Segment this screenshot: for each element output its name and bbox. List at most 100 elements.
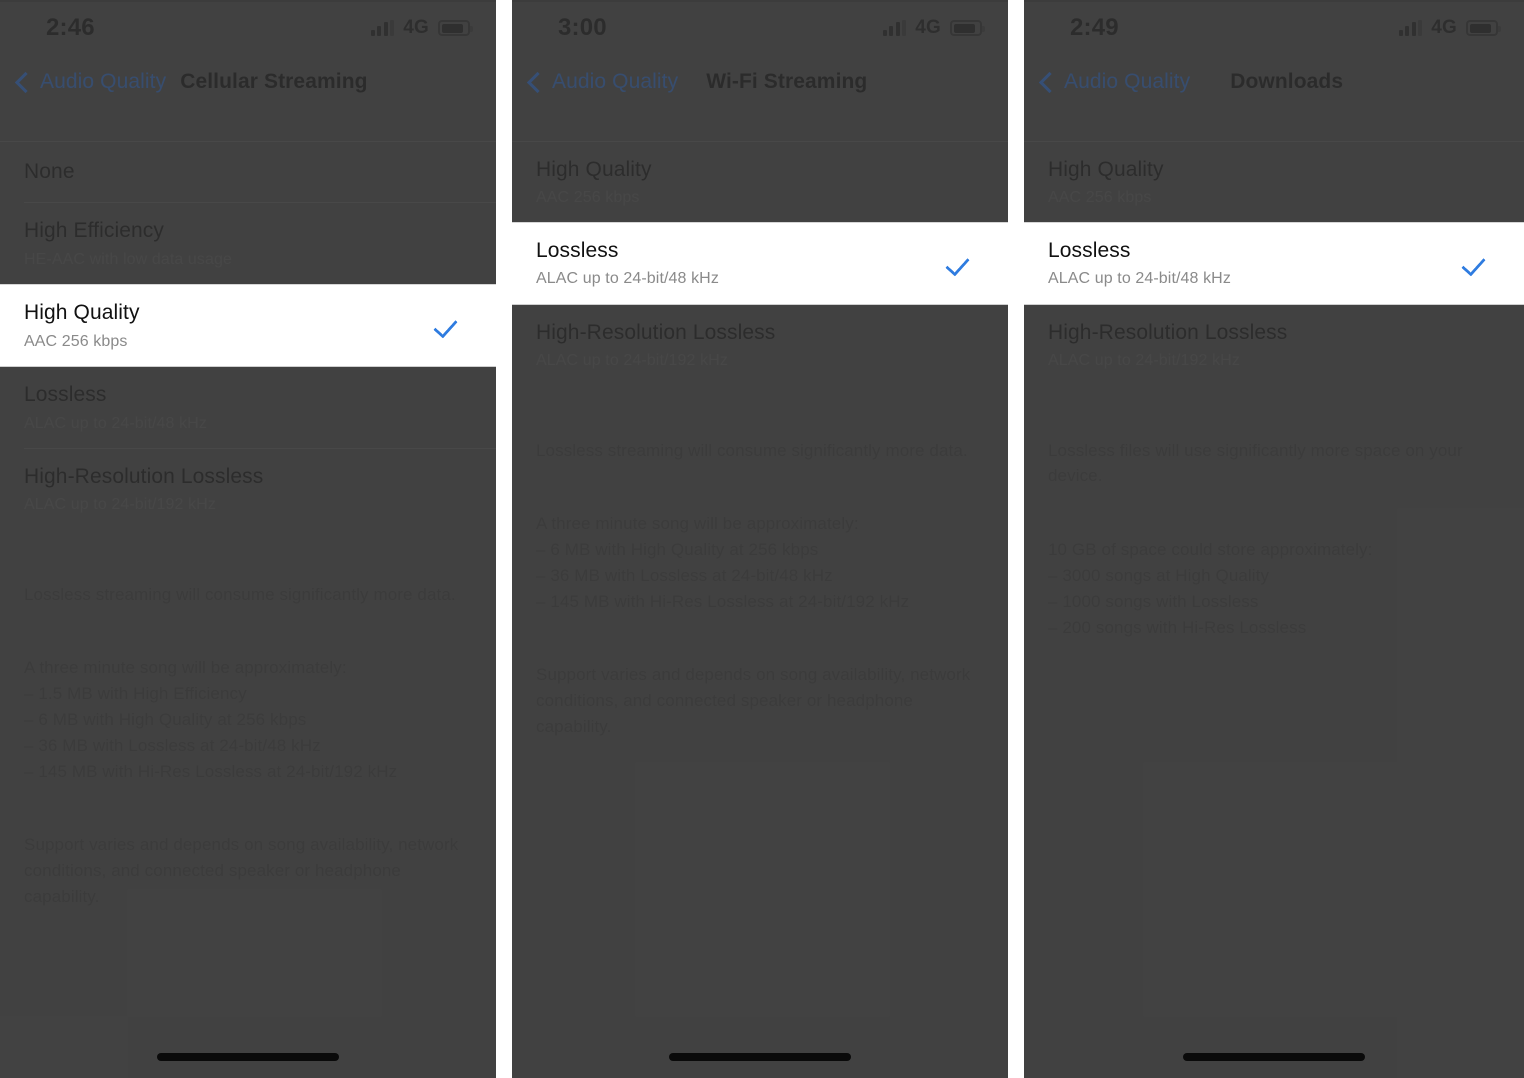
chevron-left-icon	[14, 71, 37, 93]
screen-downloads: 2:49 4G Audio Quality Downloads High Qua…	[1024, 0, 1524, 1078]
status-indicators: 4G	[1398, 17, 1501, 39]
checkmark-icon	[1462, 251, 1488, 277]
option-text-group: None	[24, 160, 75, 184]
option-row-high-quality[interactable]: High Quality AAC 256 kbps	[1024, 142, 1524, 223]
option-row-high-quality[interactable]: High Quality AAC 256 kbps	[512, 142, 1008, 223]
option-title: High Quality	[536, 158, 652, 181]
back-button-label: Audio Quality	[40, 70, 167, 93]
status-time: 3:00	[558, 14, 607, 41]
cellular-signal-icon	[882, 20, 907, 36]
option-row-none[interactable]: None	[0, 142, 496, 202]
list-top-spacer	[0, 108, 496, 141]
cellular-signal-icon	[370, 20, 395, 36]
status-time: 2:49	[1070, 14, 1119, 41]
option-subtitle: ALAC up to 24-bit/192 kHz	[536, 352, 728, 370]
option-text-group: Lossless ALAC up to 24-bit/48 kHz	[1048, 239, 1231, 289]
footer-note-paragraph: 10 GB of space could store approximately…	[1048, 540, 1373, 637]
status-bar: 2:49 4G	[1024, 0, 1524, 56]
navigation-bar: Audio Quality Cellular Streaming	[0, 56, 496, 108]
status-indicators: 4G	[370, 17, 473, 39]
back-button[interactable]: Audio Quality	[14, 70, 166, 94]
chevron-left-icon	[1038, 71, 1061, 93]
option-text-group: High Efficiency HE-AAC with low data usa…	[24, 219, 232, 269]
option-subtitle: AAC 256 kbps	[536, 189, 640, 207]
screenshot-triptych: 2:46 4G Audio Quality Cellular Streaming…	[0, 0, 1524, 1078]
selected-row-wrapper: High Quality AAC 256 kbps	[0, 284, 496, 368]
back-button[interactable]: Audio Quality	[1038, 70, 1190, 94]
option-row-high-resolution-lossless[interactable]: High-Resolution Lossless ALAC up to 24-b…	[0, 449, 496, 530]
footer-note: Lossless files will use significantly mo…	[1024, 386, 1524, 666]
list-top-spacer	[512, 108, 1008, 141]
option-text-group: High-Resolution Lossless ALAC up to 24-b…	[24, 465, 263, 515]
option-subtitle: ALAC up to 24-bit/192 kHz	[24, 496, 216, 514]
option-title: High Quality	[1048, 158, 1164, 181]
list-content: None High Efficiency HE-AAC with low dat…	[0, 108, 496, 936]
option-text-group: High-Resolution Lossless ALAC up to 24-b…	[1048, 321, 1287, 371]
network-type-label: 4G	[915, 17, 941, 38]
option-subtitle: HE-AAC with low data usage	[24, 250, 233, 268]
home-indicator[interactable]	[1183, 1053, 1365, 1061]
option-row-lossless-selected[interactable]: Lossless ALAC up to 24-bit/48 kHz	[512, 221, 1008, 305]
status-bar: 2:46 4G	[0, 0, 496, 56]
option-subtitle: AAC 256 kbps	[1048, 189, 1152, 207]
option-row-high-quality-selected[interactable]: High Quality AAC 256 kbps	[0, 284, 496, 368]
option-subtitle: ALAC up to 24-bit/48 kHz	[1048, 270, 1231, 288]
option-text-group: Lossless ALAC up to 24-bit/48 kHz	[536, 239, 719, 289]
option-subtitle: AAC 256 kbps	[24, 332, 128, 350]
checkmark-icon	[434, 313, 460, 339]
battery-icon	[950, 20, 985, 36]
chevron-left-icon	[526, 71, 549, 93]
footer-note-paragraph: Support varies and depends on song avail…	[24, 835, 459, 907]
page-title: Cellular Streaming	[180, 70, 368, 93]
back-button-label: Audio Quality	[1064, 70, 1191, 93]
option-row-lossless[interactable]: Lossless ALAC up to 24-bit/48 kHz	[0, 367, 496, 448]
battery-icon	[438, 20, 473, 36]
list-content: High Quality AAC 256 kbps Lossless ALAC …	[1024, 108, 1524, 666]
option-title: Lossless	[24, 383, 107, 407]
footer-note-paragraph: A three minute song will be approximatel…	[24, 658, 398, 781]
option-row-high-resolution-lossless[interactable]: High-Resolution Lossless ALAC up to 24-b…	[1024, 305, 1524, 386]
list-top-spacer	[1024, 108, 1524, 141]
footer-note-paragraph: A three minute song will be approximatel…	[536, 514, 910, 611]
screen-wifi-streaming: 3:00 4G Audio Quality Wi-Fi Streaming Hi…	[512, 0, 1008, 1078]
back-button[interactable]: Audio Quality	[526, 70, 678, 94]
option-title: High-Resolution Lossless	[24, 465, 264, 489]
option-text-group: High-Resolution Lossless ALAC up to 24-b…	[536, 321, 775, 371]
option-text-group: High Quality AAC 256 kbps	[1048, 158, 1164, 208]
back-button-label: Audio Quality	[552, 70, 679, 93]
option-title: High-Resolution Lossless	[1048, 320, 1288, 344]
page-title: Wi-Fi Streaming	[706, 70, 868, 93]
network-type-label: 4G	[1431, 17, 1457, 38]
selected-row-wrapper: Lossless ALAC up to 24-bit/48 kHz	[1024, 221, 1524, 305]
option-title: Lossless	[536, 238, 619, 262]
navigation-bar: Audio Quality Wi-Fi Streaming	[512, 56, 1008, 108]
option-title: Lossless	[1048, 238, 1131, 262]
footer-note-paragraph: Lossless streaming will consume signific…	[536, 440, 968, 460]
option-title: High Quality	[24, 301, 140, 325]
option-row-lossless-selected[interactable]: Lossless ALAC up to 24-bit/48 kHz	[1024, 221, 1524, 305]
option-title: None	[24, 160, 75, 183]
cellular-signal-icon	[1398, 20, 1423, 36]
footer-note: Lossless streaming will consume signific…	[0, 530, 496, 936]
status-bar: 3:00 4G	[512, 0, 1008, 56]
home-indicator[interactable]	[669, 1053, 851, 1061]
home-indicator[interactable]	[157, 1053, 339, 1061]
checkmark-icon	[946, 251, 972, 277]
selected-row-wrapper: Lossless ALAC up to 24-bit/48 kHz	[512, 221, 1008, 305]
footer-note: Lossless streaming will consume signific…	[512, 386, 1008, 766]
option-subtitle: ALAC up to 24-bit/48 kHz	[24, 414, 207, 432]
option-row-high-efficiency[interactable]: High Efficiency HE-AAC with low data usa…	[0, 203, 496, 284]
list-content: High Quality AAC 256 kbps Lossless ALAC …	[512, 108, 1008, 766]
network-type-label: 4G	[403, 17, 429, 38]
option-title: High Efficiency	[24, 219, 165, 243]
battery-icon	[1466, 20, 1501, 36]
option-subtitle: ALAC up to 24-bit/192 kHz	[1048, 352, 1240, 370]
option-text-group: High Quality AAC 256 kbps	[536, 158, 652, 208]
status-time: 2:46	[46, 14, 95, 41]
footer-note-paragraph: Lossless streaming will consume signific…	[24, 584, 456, 604]
option-row-high-resolution-lossless[interactable]: High-Resolution Lossless ALAC up to 24-b…	[512, 305, 1008, 386]
page-title: Downloads	[1230, 70, 1344, 93]
footer-note-paragraph: Support varies and depends on song avail…	[536, 665, 971, 736]
option-text-group: Lossless ALAC up to 24-bit/48 kHz	[24, 383, 207, 433]
option-text-group: High Quality AAC 256 kbps	[24, 301, 140, 351]
